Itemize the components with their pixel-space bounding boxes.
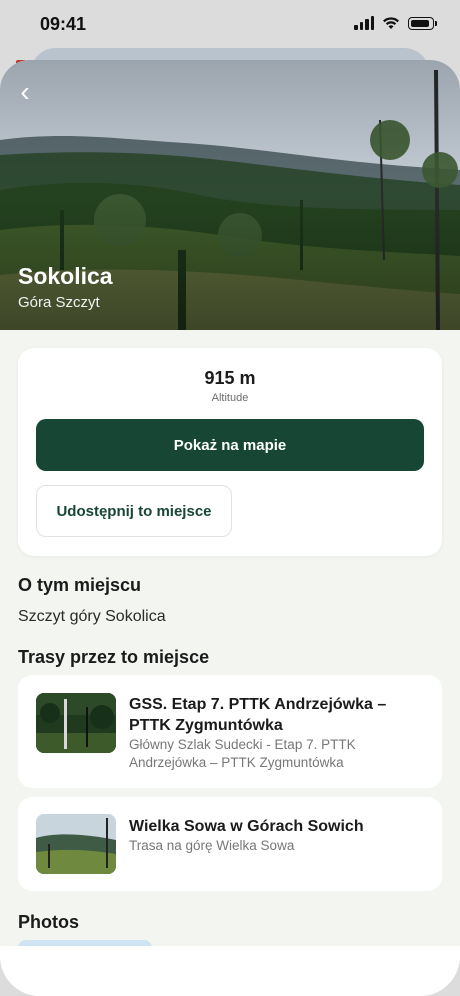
routes-section-title: Trasy przez to miejsce <box>18 647 210 667</box>
bottom-area <box>0 946 460 996</box>
route-thumbnail <box>36 693 116 753</box>
route-card[interactable]: GSS. Etap 7. PTTK Andrzejówka – PTTK Zyg… <box>18 675 442 788</box>
info-card: 915 m Altitude Pokaż na mapie Udostępnij… <box>18 348 442 556</box>
route-title: GSS. Etap 7. PTTK Andrzejówka – PTTK Zyg… <box>129 696 387 734</box>
about-text: Szczyt góry Sokolica <box>18 608 166 625</box>
route-description: Trasa na górę Wielka Sowa <box>129 838 295 853</box>
place-detail-sheet: ‹ Sokolica Góra Szczyt 915 m Altitude Po… <box>0 60 460 996</box>
photos-section-title: Photos <box>18 912 79 932</box>
wifi-icon <box>383 17 399 29</box>
signal-icon <box>354 16 374 30</box>
battery-icon <box>408 16 437 30</box>
about-section-title: O tym miejscu <box>18 575 142 595</box>
altitude-label: Altitude <box>211 392 249 404</box>
route-card[interactable]: Wielka Sowa w Górach Sowich Trasa na gór… <box>18 797 442 891</box>
share-place-button[interactable]: Udostępnij to miejsce <box>36 485 232 537</box>
route-thumbnail <box>36 814 116 874</box>
route-description: Główny Szlak Sudecki - Etap 7. PTTK Andr… <box>129 737 356 770</box>
hero-image: ‹ Sokolica Góra Szczyt <box>0 60 460 330</box>
altitude-value: 915 m <box>204 368 256 388</box>
place-title: Sokolica <box>18 263 113 289</box>
place-subtitle: Góra Szczyt <box>18 294 100 311</box>
route-title: Wielka Sowa w Górach Sowich <box>129 818 364 835</box>
status-icons <box>354 16 437 30</box>
status-time: 09:41 <box>40 14 87 34</box>
show-on-map-button[interactable]: Pokaż na mapie <box>36 419 424 471</box>
status-bar: 09:41 <box>0 0 460 50</box>
back-chevron-icon[interactable]: ‹ <box>12 78 38 106</box>
